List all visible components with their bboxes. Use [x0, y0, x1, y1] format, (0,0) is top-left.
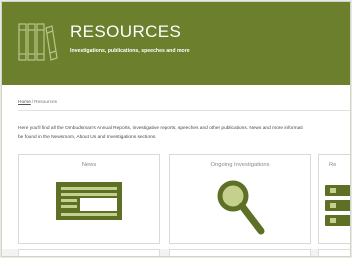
card-label: Re	[329, 162, 337, 168]
breadcrumb: Home/Resources	[18, 100, 57, 105]
page-title: RESOURCES	[70, 22, 182, 41]
card-next-row[interactable]	[318, 249, 350, 256]
card-news[interactable]: News	[18, 154, 160, 244]
breadcrumb-current: Resources	[34, 100, 58, 105]
card-next-row[interactable]	[169, 249, 311, 256]
card-ongoing-investigations[interactable]: Ongoing Investigations	[169, 154, 311, 244]
intro-line: be found in the Newsroom, About Us and I…	[18, 134, 157, 140]
intro-text: Here you'll find all the Ombudsman's Ann…	[18, 125, 350, 142]
hero-banner: RESOURCES Investigations, publications, …	[2, 2, 350, 85]
card-reports[interactable]: Re	[318, 154, 350, 244]
page-frame: RESOURCES Investigations, publications, …	[2, 2, 350, 256]
magnifier-icon	[217, 180, 265, 235]
books-icon	[18, 23, 58, 61]
page-subtitle: Investigations, publications, speeches a…	[70, 48, 190, 54]
newspaper-icon	[56, 182, 122, 220]
divider	[18, 110, 350, 111]
list-icon	[325, 185, 350, 226]
breadcrumb-separator: /	[31, 100, 34, 105]
intro-line: Here you'll find all the Ombudsman's Ann…	[18, 126, 303, 131]
card-next-row[interactable]	[18, 249, 160, 256]
card-label: News	[81, 162, 97, 168]
breadcrumb-home-link[interactable]: Home	[18, 100, 31, 105]
card-label: Ongoing Investigations	[210, 162, 270, 168]
